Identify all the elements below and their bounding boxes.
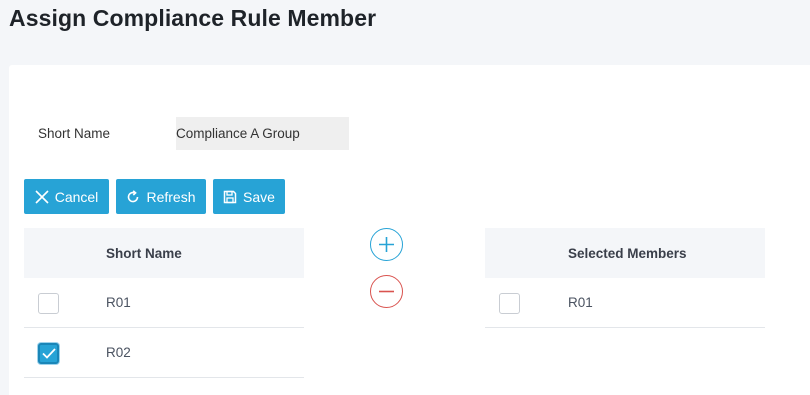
short-name-field[interactable] [176,117,349,150]
row-short-name: R02 [106,345,131,360]
refresh-button-label: Refresh [146,188,196,205]
available-grid-header: Short Name [24,228,304,278]
column-header-selected-members: Selected Members [568,245,687,261]
add-member-button[interactable] [370,228,403,261]
selected-members-grid: Selected Members R01 [485,228,765,328]
row-selected-member: R01 [568,295,593,310]
row-checkbox[interactable] [38,293,59,314]
save-button[interactable]: Save [213,179,285,214]
cancel-button-label: Cancel [54,188,99,205]
minus-circle-icon [379,290,394,293]
refresh-icon [126,189,140,204]
row-checkbox[interactable] [38,343,59,364]
main-panel: Short Name Cancel Refresh Save Short Nam… [9,65,810,395]
table-row: R01 [24,278,304,328]
remove-member-button[interactable] [370,275,403,308]
short-name-label: Short Name [38,126,111,141]
available-members-grid: Short Name R01 R02 [24,228,304,378]
refresh-button[interactable]: Refresh [116,179,206,214]
floppy-disk-icon [223,190,237,204]
page-title: Assign Compliance Rule Member [9,5,377,31]
table-row: R02 [24,328,304,378]
save-button-label: Save [243,188,275,205]
plus-circle-icon [379,237,394,252]
cancel-button[interactable]: Cancel [24,179,109,214]
row-checkbox[interactable] [499,293,520,314]
checkmark-icon [41,348,56,359]
table-row: R01 [485,278,765,328]
close-icon [35,189,49,204]
column-header-short-name: Short Name [106,245,182,261]
selected-grid-header: Selected Members [485,228,765,278]
row-short-name: R01 [106,295,131,310]
